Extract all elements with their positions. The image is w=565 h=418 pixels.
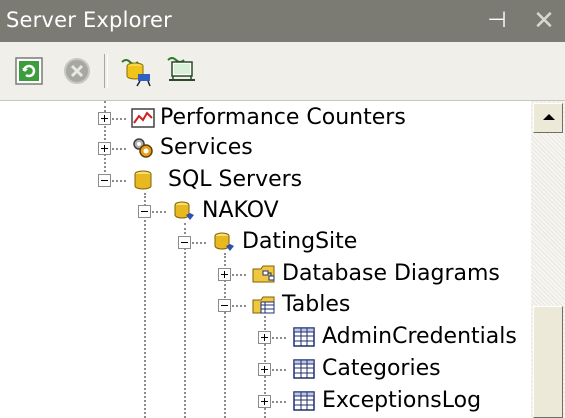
close-icon[interactable]: ✕ [528, 5, 560, 37]
tree-item-services[interactable]: Services [160, 134, 253, 162]
collapse-toggle[interactable] [178, 236, 191, 249]
tree-guide-line [112, 118, 126, 120]
refresh-button[interactable] [12, 54, 46, 88]
toolbar [0, 42, 565, 101]
vertical-scrollbar[interactable] [531, 101, 565, 418]
tree-item-performance-counters[interactable]: Performance Counters [160, 104, 406, 132]
tree-guide-line [272, 369, 286, 371]
tree-item-database-diagrams[interactable]: Database Diagrams [282, 260, 500, 288]
tree-guide-line [272, 401, 286, 403]
tree-guide-line [232, 274, 246, 276]
tree-guide-line [112, 148, 126, 150]
tree-item-datingsite[interactable]: DatingSite [242, 228, 357, 256]
expand-toggle[interactable] [98, 112, 111, 125]
expand-toggle[interactable] [258, 395, 271, 408]
refresh-icon [15, 57, 43, 85]
tree-guide-line [152, 211, 166, 213]
connect-to-server-button[interactable] [164, 54, 198, 88]
expand-toggle[interactable] [258, 363, 271, 376]
scroll-thumb[interactable] [533, 306, 563, 418]
tree-guide-line [184, 223, 186, 418]
expand-toggle[interactable] [258, 331, 271, 344]
table-icon [293, 359, 315, 379]
tree-guide-line [232, 305, 246, 307]
database-icon [214, 232, 234, 251]
tree-guide-line [144, 193, 146, 418]
connect-to-database-icon [121, 59, 151, 87]
sql-server-instance-icon [174, 201, 194, 220]
database-diagrams-icon [252, 265, 275, 283]
stop-icon [64, 58, 90, 84]
expand-toggle[interactable] [218, 268, 231, 281]
tree-guide-line [272, 337, 286, 339]
connect-to-database-button[interactable] [118, 54, 152, 88]
window-title: Server Explorer [6, 8, 172, 32]
tree-item-nakov[interactable]: NAKOV [202, 197, 279, 225]
server-explorer-tree[interactable]: Performance Counters Services SQL Server… [0, 101, 531, 418]
tree-item-categories[interactable]: Categories [322, 355, 441, 383]
services-icon [133, 138, 153, 158]
tree-guide-line [112, 180, 126, 182]
table-icon [293, 327, 315, 347]
tables-folder-icon [252, 296, 275, 314]
tree-guide-line [192, 242, 206, 244]
expand-toggle[interactable] [98, 142, 111, 155]
collapse-toggle[interactable] [98, 174, 111, 187]
tree-item-sql-servers[interactable]: SQL Servers [168, 166, 302, 194]
connect-to-server-icon [167, 57, 195, 81]
tree-item-admincredentials[interactable]: AdminCredentials [322, 323, 517, 351]
stop-button[interactable] [60, 54, 94, 88]
collapse-toggle[interactable] [138, 205, 151, 218]
sql-servers-icon [134, 170, 152, 190]
title-bar: Server Explorer ⊣ ✕ [0, 0, 565, 42]
collapse-toggle[interactable] [218, 299, 231, 312]
performance-counters-icon [131, 108, 155, 128]
tree-item-exceptionslog[interactable]: ExceptionsLog [322, 387, 481, 415]
table-icon [293, 391, 315, 411]
pin-icon[interactable]: ⊣ [482, 6, 512, 36]
toolbar-separator [104, 54, 108, 88]
scroll-up-button[interactable] [533, 103, 563, 133]
tree-item-tables[interactable]: Tables [282, 291, 350, 319]
